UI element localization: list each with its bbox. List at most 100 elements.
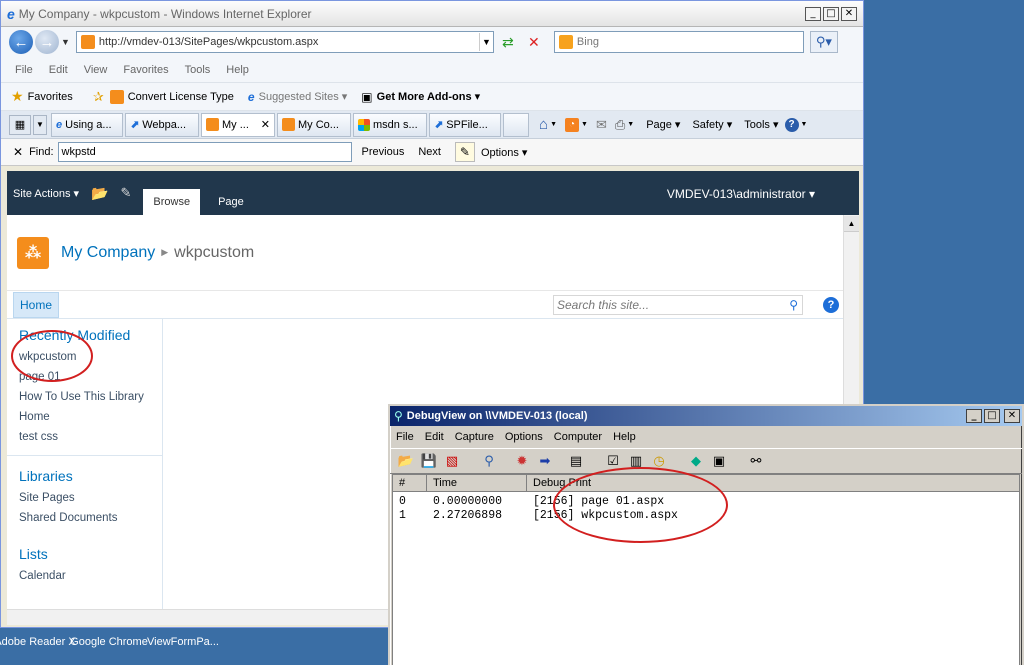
library-shared-documents[interactable]: Shared Documents: [19, 512, 162, 524]
tab-my-co[interactable]: My Co...: [277, 112, 351, 137]
highlight-icon[interactable]: ✎: [454, 142, 475, 162]
find-previous-button[interactable]: Previous: [362, 146, 405, 158]
edit-page-icon[interactable]: ✎: [121, 185, 132, 201]
site-name-link[interactable]: My Company: [61, 244, 155, 262]
minimize-button[interactable]: _: [966, 409, 982, 423]
tab-page[interactable]: Page: [208, 189, 254, 215]
libraries-heading[interactable]: Libraries: [19, 468, 162, 484]
minimize-button[interactable]: _: [805, 6, 821, 21]
connect-icon[interactable]: ◆: [686, 452, 706, 470]
menu-tools[interactable]: Tools: [185, 64, 211, 76]
desktop-icon-viewform[interactable]: ViewFormPa...: [138, 636, 228, 648]
favorites-button[interactable]: Favorites: [28, 91, 73, 103]
fav-suggested-sites[interactable]: Suggested Sites ▾: [259, 90, 348, 103]
find-options-button[interactable]: Options ▾: [481, 146, 528, 159]
scroll-up-icon[interactable]: ▲: [844, 216, 859, 232]
address-dropdown-icon[interactable]: ▼: [478, 33, 493, 51]
maximize-button[interactable]: □: [984, 409, 1000, 423]
computer-icon[interactable]: ▣: [709, 452, 729, 470]
find-input[interactable]: wkpstd: [57, 142, 352, 162]
chevron-down-icon[interactable]: ▼: [550, 121, 557, 128]
print-icon[interactable]: ⎙: [615, 117, 625, 133]
recent-item-home[interactable]: Home: [19, 411, 162, 423]
menu-help[interactable]: Help: [226, 64, 249, 76]
address-bar[interactable]: http://vmdev-013/SitePages/wkpcustom.asp…: [75, 31, 494, 53]
find-icon[interactable]: ⚲: [479, 452, 499, 470]
rss-icon[interactable]: ◔: [565, 117, 579, 132]
tab-list-icon[interactable]: ▼: [33, 114, 47, 135]
library-site-pages[interactable]: Site Pages: [19, 492, 162, 504]
save-icon[interactable]: 💾: [419, 452, 439, 470]
clear-icon[interactable]: ▧: [442, 452, 462, 470]
log-time: 2.27206898: [433, 508, 503, 522]
recent-item-how-to[interactable]: How To Use This Library: [19, 391, 162, 403]
close-tab-icon[interactable]: ✕: [261, 118, 270, 131]
capture-icon[interactable]: ✹: [512, 452, 532, 470]
chevron-down-icon[interactable]: ▼: [801, 121, 808, 128]
binoculars-icon[interactable]: ⚯: [746, 452, 766, 470]
navigate-up-icon[interactable]: 📂: [91, 185, 108, 202]
tools-menu-button[interactable]: Tools ▾: [744, 118, 778, 131]
search-input[interactable]: Bing: [553, 31, 804, 53]
search-icon[interactable]: ⚲▾: [809, 31, 838, 53]
safety-menu-button[interactable]: Safety ▾: [692, 118, 732, 131]
tab-browse[interactable]: Browse: [143, 189, 201, 215]
site-search-input[interactable]: Search this site... ⚲: [553, 294, 803, 315]
user-menu[interactable]: VMDEV-013\administrator ▾: [667, 187, 815, 201]
debugview-titlebar[interactable]: ⚲ DebugView on \\VMDEV-013 (local) _ □ ✕: [390, 406, 1022, 426]
list-calendar[interactable]: Calendar: [19, 570, 162, 582]
search-icon[interactable]: ⚲: [789, 298, 798, 312]
help-icon[interactable]: ?: [784, 117, 799, 132]
close-button[interactable]: ✕: [841, 6, 857, 21]
maximize-button[interactable]: □: [823, 6, 839, 21]
tab-webpa[interactable]: ⬈ Webpa...: [125, 112, 199, 137]
forward-button[interactable]: →: [35, 30, 59, 54]
chevron-down-icon[interactable]: ▼: [581, 121, 588, 128]
close-find-icon[interactable]: ✕: [13, 145, 23, 159]
tab-label: My ...: [222, 118, 249, 131]
tab-spfile[interactable]: ⬈ SPFile...: [429, 112, 501, 137]
tab-using-a[interactable]: e Using a...: [51, 112, 123, 137]
dv-menu-options[interactable]: Options: [505, 431, 543, 443]
menu-edit[interactable]: Edit: [49, 64, 68, 76]
fav-convert-license[interactable]: Convert License Type: [128, 91, 234, 103]
history-icon[interactable]: ▤: [566, 452, 586, 470]
autoscroll-icon[interactable]: ➡: [535, 452, 555, 470]
menu-view[interactable]: View: [84, 64, 108, 76]
refresh-icon[interactable]: ⇄: [500, 34, 516, 50]
mail-icon[interactable]: ✉: [596, 117, 607, 133]
chevron-down-icon[interactable]: ▼: [61, 37, 70, 47]
menu-file[interactable]: File: [15, 64, 33, 76]
top-nav-home[interactable]: Home: [13, 291, 60, 318]
bing-icon: ⬈: [434, 119, 444, 131]
home-icon[interactable]: ⌂: [539, 116, 548, 133]
dv-menu-computer[interactable]: Computer: [554, 431, 602, 443]
dv-menu-file[interactable]: File: [396, 431, 414, 443]
back-button[interactable]: ←: [9, 30, 33, 54]
chevron-down-icon[interactable]: ▼: [627, 121, 634, 128]
page-menu-button[interactable]: Page ▾: [646, 118, 680, 131]
tab-msdn[interactable]: msdn s...: [353, 112, 427, 137]
annotation-oval-debugview: [553, 467, 728, 543]
recent-item-test-css[interactable]: test css: [19, 431, 162, 443]
dv-menu-edit[interactable]: Edit: [425, 431, 444, 443]
close-button[interactable]: ✕: [1004, 409, 1020, 423]
lists-heading[interactable]: Lists: [19, 546, 162, 562]
new-tab-button[interactable]: [503, 112, 529, 137]
site-actions-menu[interactable]: Site Actions ▾: [13, 187, 79, 200]
fav-get-addons[interactable]: Get More Add-ons ▾: [377, 90, 481, 103]
menu-favorites[interactable]: Favorites: [123, 64, 168, 76]
help-icon[interactable]: ?: [823, 296, 839, 313]
open-icon[interactable]: 📂: [396, 452, 416, 470]
dv-menu-help[interactable]: Help: [613, 431, 636, 443]
addons-icon: ▣: [361, 89, 373, 104]
column-time[interactable]: Time: [427, 475, 527, 492]
stop-icon[interactable]: ✕: [526, 34, 542, 50]
tab-my-active[interactable]: My ... ✕: [201, 112, 275, 137]
dv-menu-capture[interactable]: Capture: [455, 431, 494, 443]
add-favorite-icon[interactable]: ✰: [93, 89, 104, 105]
quick-tabs-icon[interactable]: ▦: [9, 114, 31, 135]
column-number[interactable]: #: [393, 475, 427, 492]
ie-titlebar[interactable]: e My Company - wkpcustom - Windows Inter…: [1, 1, 863, 27]
find-next-button[interactable]: Next: [418, 146, 441, 158]
